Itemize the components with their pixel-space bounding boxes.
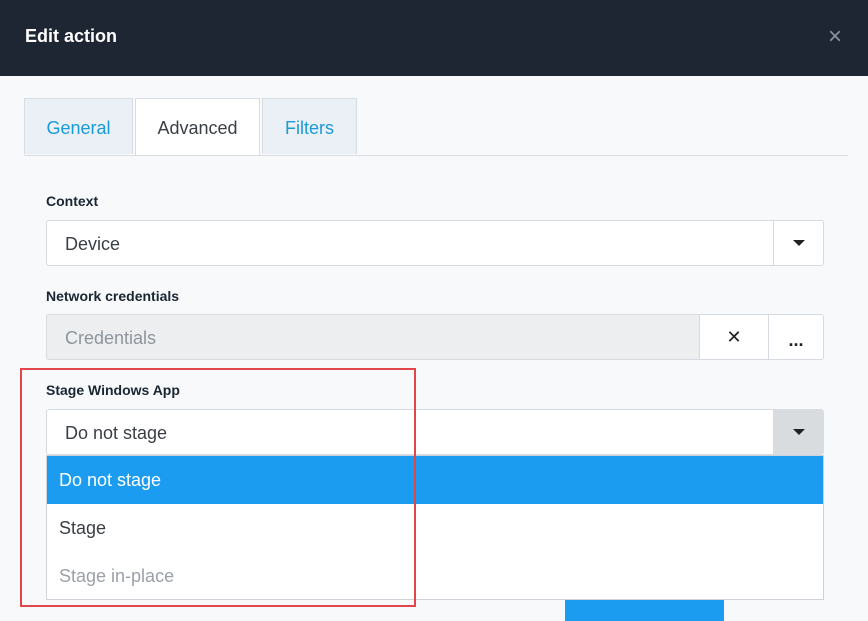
option-do-not-stage[interactable]: Do not stage (47, 456, 823, 504)
network-credentials-label: Network credentials (46, 288, 180, 304)
close-icon: ✕ (726, 327, 742, 347)
caret-down-icon (793, 429, 805, 435)
credentials-placeholder: Credentials (65, 328, 157, 348)
caret-down-icon (793, 240, 805, 246)
tab-filters[interactable]: Filters (262, 98, 357, 154)
more-icon: ... (788, 330, 804, 350)
context-value: Device (65, 234, 121, 254)
close-icon[interactable]: × (826, 25, 844, 49)
credentials-field[interactable]: Credentials (46, 314, 700, 360)
context-select[interactable]: Device (46, 220, 824, 266)
dialog-header: Edit action × (0, 0, 868, 76)
stage-dropdown-button[interactable] (773, 410, 823, 454)
option-stage[interactable]: Stage (47, 504, 823, 552)
tab-bar: General Advanced Filters (24, 98, 848, 156)
clear-credentials-button[interactable]: ✕ (699, 314, 769, 360)
stage-options-list: Do not stage Stage Stage in-place (46, 455, 824, 600)
primary-action-button[interactable] (565, 600, 724, 621)
dialog-title: Edit action (25, 26, 118, 46)
stage-windows-app-value: Do not stage (65, 423, 168, 443)
stage-windows-app-label: Stage Windows App (46, 382, 180, 398)
option-stage-in-place: Stage in-place (59, 566, 175, 586)
tab-advanced[interactable]: Advanced (135, 98, 260, 155)
stage-windows-app-select[interactable]: Do not stage (46, 409, 824, 455)
tab-general[interactable]: General (24, 98, 133, 154)
context-label: Context (46, 193, 99, 209)
browse-credentials-button[interactable]: ... (768, 314, 824, 360)
context-dropdown-button[interactable] (773, 221, 823, 265)
